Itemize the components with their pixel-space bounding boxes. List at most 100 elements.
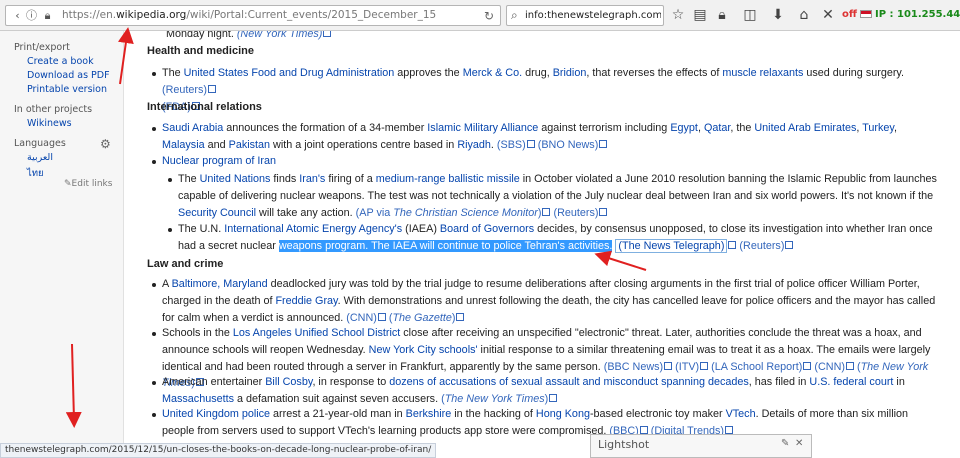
wiki-link[interactable]: Bill Cosby: [265, 376, 312, 388]
wiki-link[interactable]: Freddie Gray: [275, 295, 337, 307]
info-icon[interactable]: ⓘ: [25, 9, 38, 22]
wiki-link[interactable]: Baltimore, Maryland: [172, 278, 268, 290]
wiki-link[interactable]: Pakistan: [229, 139, 270, 151]
wiki-link[interactable]: dozens of accusations of sexual assault …: [389, 376, 749, 388]
browser-toolbar: ‹ ⓘ 🔒︎ https://en.wikipedia.org/wiki/Por…: [0, 0, 960, 31]
list-item: United Kingdom police arrest a 21-year-o…: [146, 406, 942, 440]
wiki-link[interactable]: VTech: [726, 408, 756, 420]
wiki-link[interactable]: Massachusetts: [162, 393, 234, 405]
download-icon[interactable]: ⬇: [770, 6, 786, 24]
source-link[interactable]: (CNN): [814, 361, 845, 373]
wiki-link[interactable]: Riyadh: [457, 139, 491, 151]
source-link[interactable]: (CNN): [346, 312, 377, 324]
close-icon[interactable]: ✕: [795, 438, 803, 449]
wiki-link[interactable]: Malaysia: [162, 139, 205, 151]
wiki-link[interactable]: Merck & Co.: [463, 67, 522, 79]
external-link-icon: [845, 361, 854, 370]
reading-list-icon[interactable]: ▤: [692, 6, 708, 24]
heading-law-crime: Law and crime: [147, 258, 224, 270]
wiki-link[interactable]: muscle relaxants: [722, 67, 803, 79]
reload-icon[interactable]: ↻: [484, 9, 494, 23]
wiki-link[interactable]: Bridion: [553, 67, 587, 79]
download-pdf-link[interactable]: Download as PDF: [27, 70, 110, 81]
wiki-link[interactable]: United Kingdom police: [162, 408, 270, 420]
news-telegraph-link[interactable]: (The News Telegraph): [615, 238, 728, 253]
external-link-icon: [803, 361, 812, 370]
source-link[interactable]: (BNO News): [538, 139, 599, 151]
wiki-link[interactable]: medium-range ballistic missile: [376, 173, 520, 185]
wiki-link[interactable]: Egypt: [670, 122, 698, 134]
external-link-icon: [542, 207, 551, 216]
external-link-icon: [208, 84, 216, 93]
wiki-link[interactable]: Security Council: [178, 207, 256, 219]
source-link[interactable]: (Reuters): [553, 207, 598, 219]
home-icon[interactable]: ⌂: [796, 6, 812, 24]
wiki-link[interactable]: Turkey: [862, 122, 894, 134]
status-bar: thenewstelegraph.com/2015/12/15/un-close…: [0, 443, 960, 458]
lang-arabic-link[interactable]: العربية: [27, 152, 53, 163]
lightshot-popup[interactable]: Lightshot ✎ ✕: [590, 434, 812, 458]
ip-indicator[interactable]: offIP : 101.255.44.117: [842, 9, 960, 20]
wiki-link[interactable]: New York City schools': [369, 344, 478, 356]
list-item: Nuclear program of Iran: [146, 153, 942, 170]
external-link-icon: [785, 240, 794, 249]
source-link[interactable]: (SBS): [497, 139, 526, 151]
wikinews-link[interactable]: Wikinews: [27, 118, 72, 129]
source-link[interactable]: (Reuters): [739, 240, 784, 252]
wiki-link[interactable]: Nuclear program of Iran: [162, 155, 276, 167]
lock-extension-icon[interactable]: 🔒︎: [714, 6, 730, 24]
external-link-icon: [700, 361, 709, 370]
wiki-link[interactable]: Qatar: [704, 122, 730, 134]
wiki-link[interactable]: United States Food and Drug Administrati…: [184, 67, 395, 79]
list-item: The United States Food and Drug Administ…: [146, 65, 942, 115]
pocket-icon[interactable]: ◫: [742, 6, 758, 24]
wiki-link[interactable]: Berkshire: [406, 408, 452, 420]
source-link[interactable]: (LA School Report): [711, 361, 802, 373]
list-item: The United Nations finds Iran's firing o…: [146, 171, 942, 221]
source-link[interactable]: (BBC News): [604, 361, 663, 373]
external-link-icon: [549, 393, 558, 402]
close-extension-icon[interactable]: ✕: [820, 6, 836, 24]
wiki-link[interactable]: International Atomic Energy Agency's: [224, 223, 402, 235]
wiki-link[interactable]: U.S. federal court: [809, 376, 893, 388]
lightshot-title: Lightshot: [598, 438, 650, 451]
url-text[interactable]: https://en.wikipedia.org/wiki/Portal:Cur…: [62, 9, 436, 21]
external-link-icon: [599, 139, 608, 148]
source-link[interactable]: (ITV): [675, 361, 699, 373]
wiki-link[interactable]: Saudi Arabia: [162, 122, 223, 134]
pencil-icon: ✎: [64, 179, 72, 189]
selected-text[interactable]: weapons program. The IAEA will continue …: [278, 239, 613, 252]
back-icon[interactable]: ‹: [11, 9, 24, 22]
status-url: thenewstelegraph.com/2015/12/15/un-close…: [0, 443, 437, 458]
wiki-link[interactable]: Los Angeles Unified School District: [233, 327, 400, 339]
address-bar[interactable]: ‹ ⓘ 🔒︎ https://en.wikipedia.org/wiki/Por…: [5, 5, 501, 26]
nyt-link[interactable]: (New York Times): [237, 31, 323, 40]
wiki-link[interactable]: Iran's: [299, 173, 325, 185]
lock-icon: 🔒︎: [44, 9, 51, 22]
source-link[interactable]: (AP via The Christian Science Monitor): [356, 207, 542, 219]
wiki-link[interactable]: United Arab Emirates: [754, 122, 856, 134]
external-link-icon: [639, 425, 648, 434]
heading-health: Health and medicine: [147, 45, 254, 57]
print-export-heading: Print/export: [14, 42, 70, 53]
source-link[interactable]: (Reuters): [162, 84, 207, 96]
printable-version-link[interactable]: Printable version: [27, 84, 107, 95]
pin-icon[interactable]: ✎: [781, 438, 789, 449]
wiki-link[interactable]: United Nations: [200, 173, 271, 185]
search-input[interactable]: [525, 8, 661, 23]
source-link[interactable]: (The New York Times): [441, 393, 548, 405]
wiki-link[interactable]: Hong Kong: [536, 408, 590, 420]
edit-links[interactable]: ✎Edit links: [64, 179, 112, 189]
lang-thai-link[interactable]: ไทย: [27, 166, 44, 181]
wiki-link[interactable]: Board of Governors: [440, 223, 534, 235]
create-book-link[interactable]: Create a book: [27, 56, 94, 67]
heading-international: International relations: [147, 101, 262, 113]
bookmark-star-icon[interactable]: ☆: [670, 6, 686, 24]
wiki-link[interactable]: Islamic Military Alliance: [427, 122, 538, 134]
source-link[interactable]: (The Gazette): [389, 312, 456, 324]
search-bar[interactable]: ⌕: [506, 5, 664, 26]
search-icon: ⌕: [511, 8, 518, 22]
article-content: Monday night. (New York Times) Health an…: [146, 31, 952, 443]
list-item: Saudi Arabia announces the formation of …: [146, 120, 942, 154]
gear-icon[interactable]: ⚙: [100, 137, 111, 151]
